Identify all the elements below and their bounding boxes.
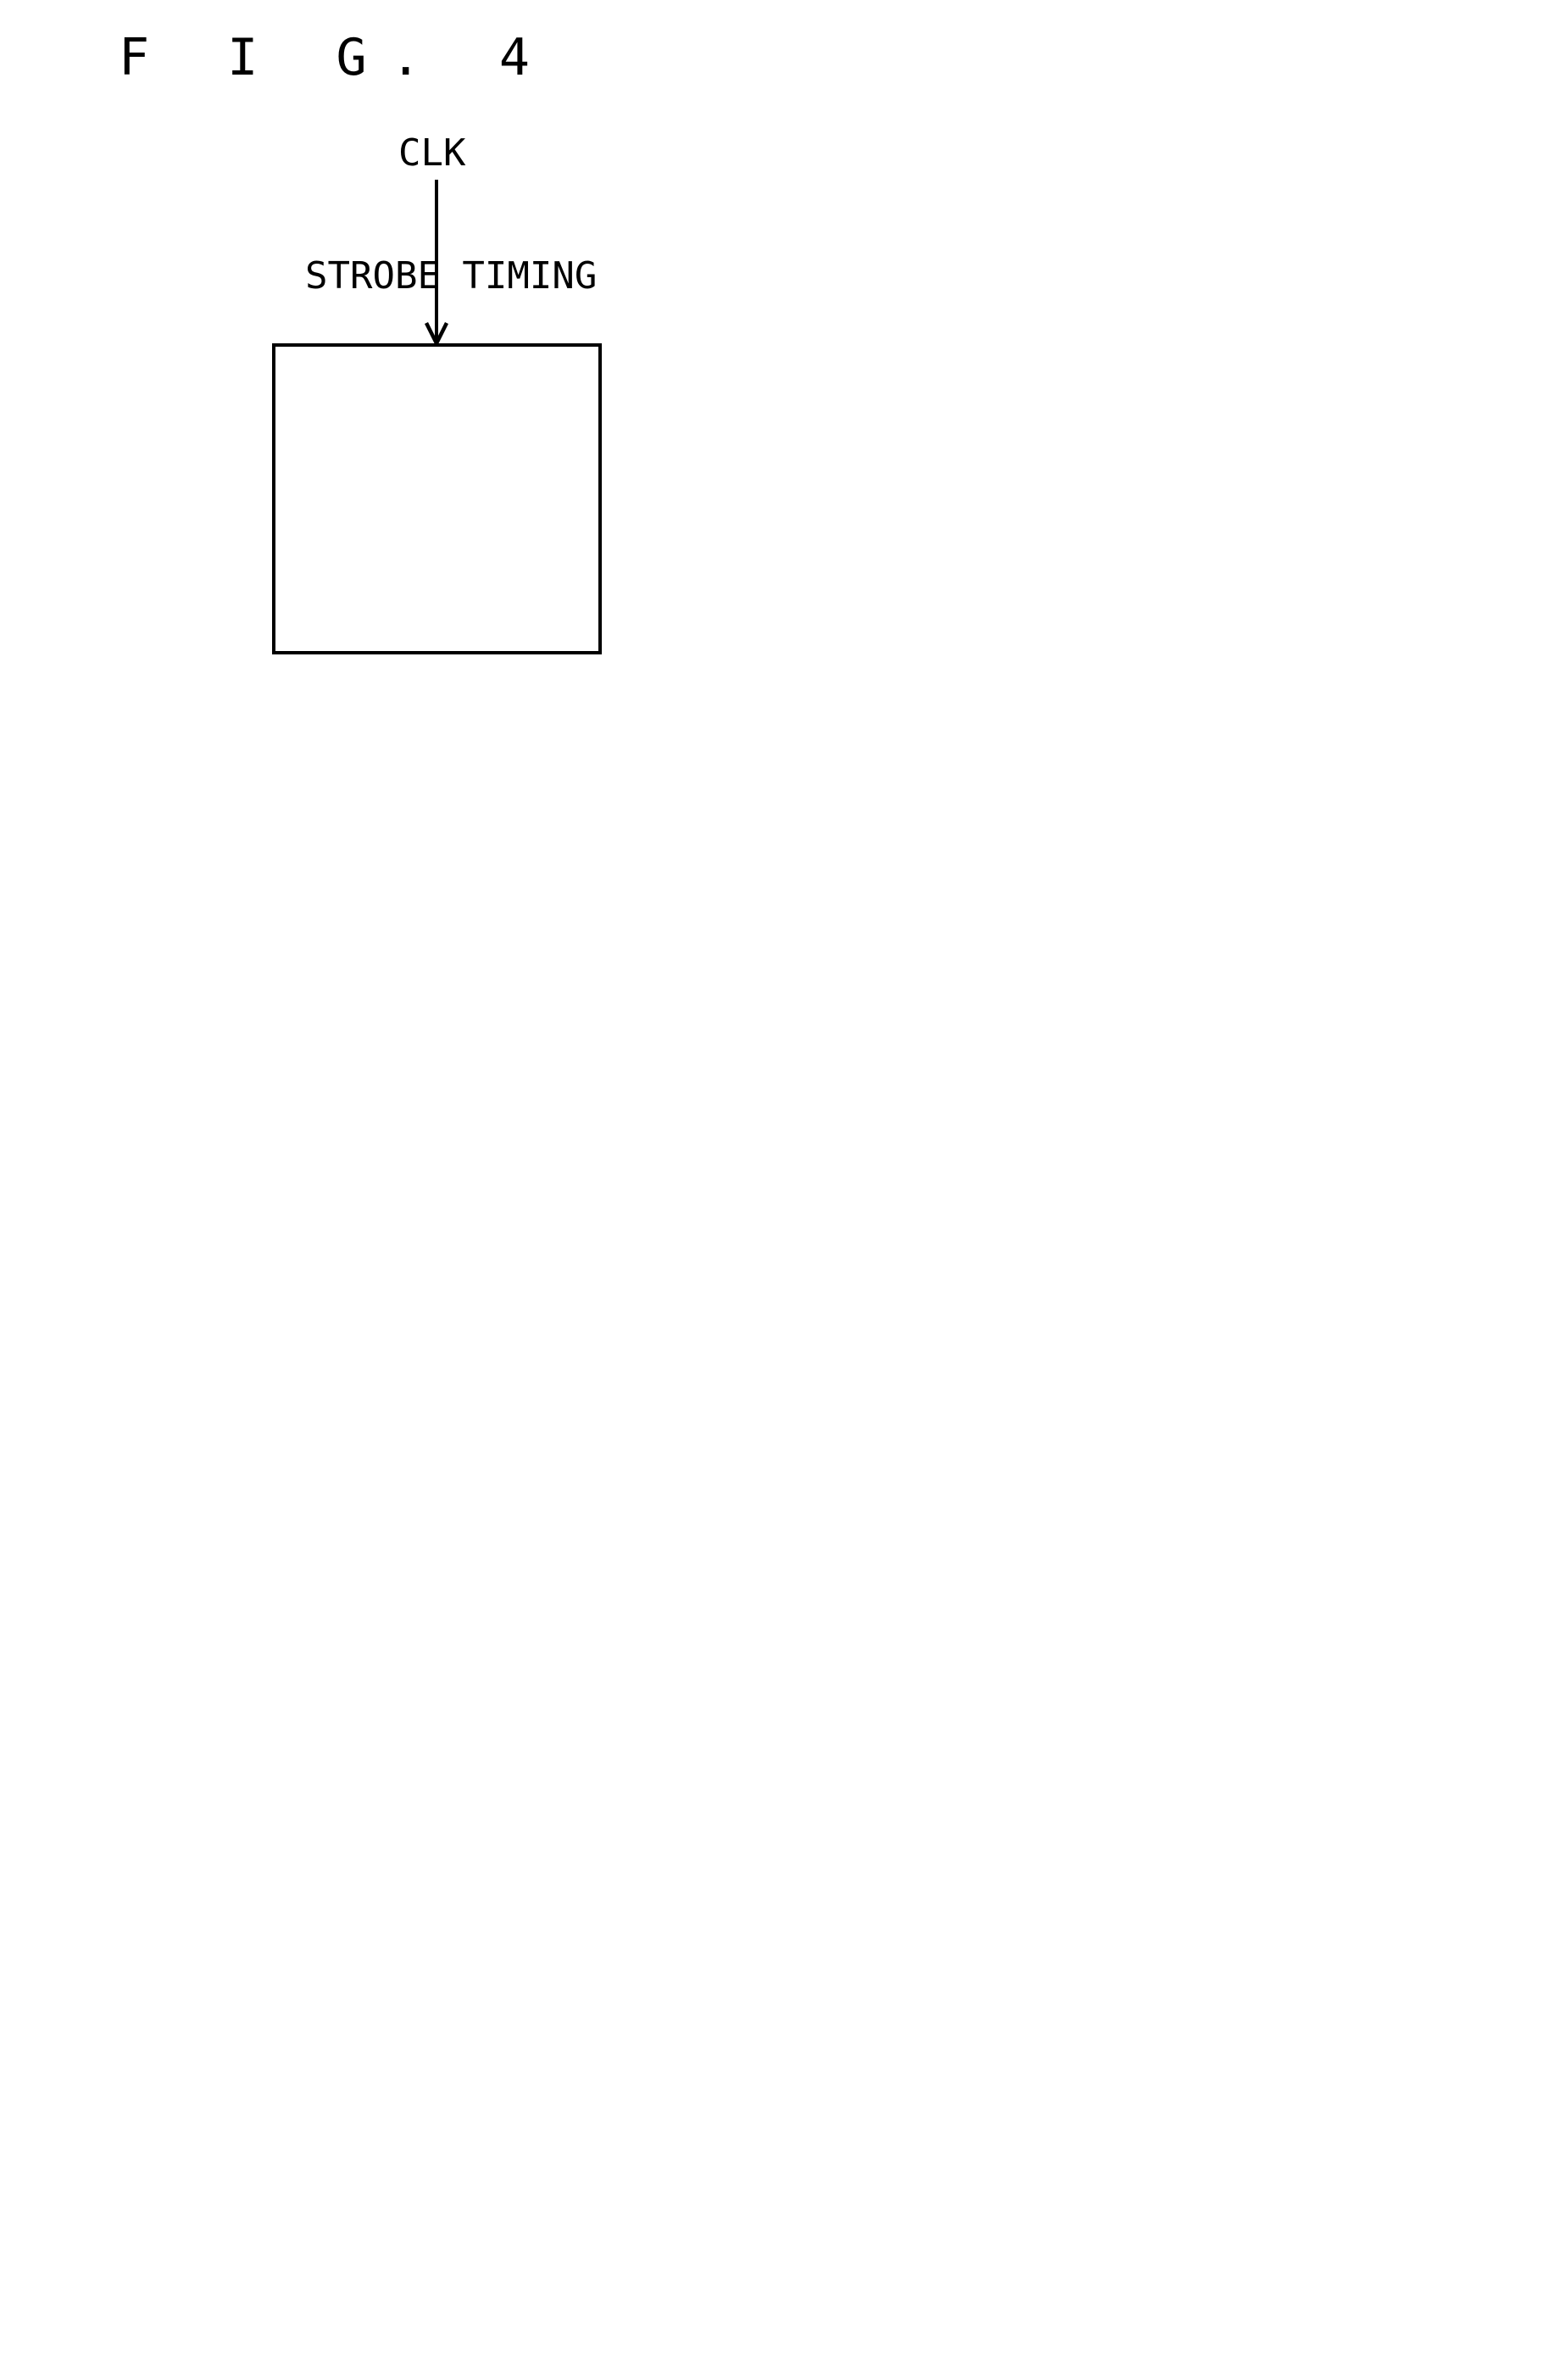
strobe-timing-detecting-circuit-box xyxy=(272,343,602,654)
fig4-title: F I G. 4 xyxy=(119,28,553,87)
block-5b-text: STROBE TIMING xyxy=(305,254,597,298)
figure-4: F I G. 4 CLK STROBE TIMING xyxy=(119,28,602,654)
block-5b-line-1: STROBE TIMING xyxy=(305,254,597,298)
patent-drawing-sheet: F I G. 4 CLK STROBE TIMING xyxy=(119,28,602,654)
clk-label: CLK xyxy=(398,131,466,175)
